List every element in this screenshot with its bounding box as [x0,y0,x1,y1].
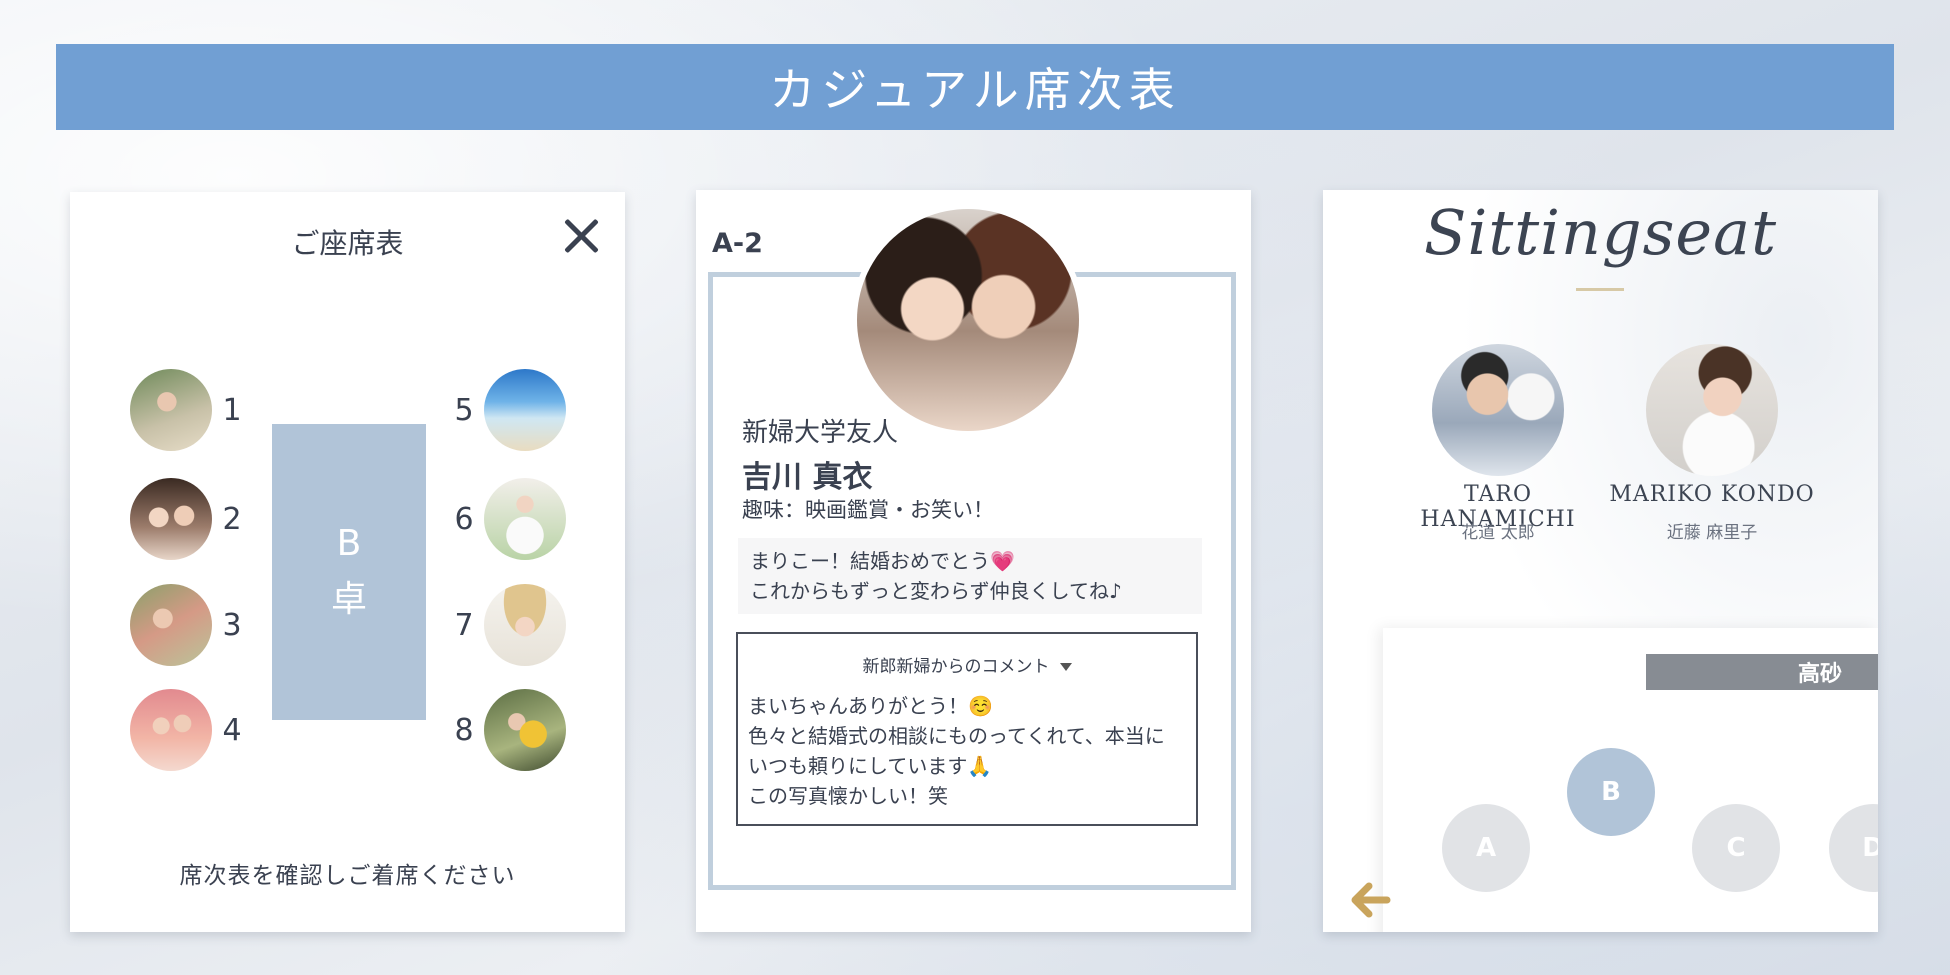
seat-number: 3 [222,607,242,643]
guest-relation: 新婦大学友人 [742,418,899,448]
seat-5[interactable]: 5 [454,369,566,451]
seat-number: 4 [222,712,242,748]
comment-toggle[interactable]: 新郎新婦からのコメント [738,652,1196,677]
table-label-letter: B [336,523,362,564]
seating-chart-card: ご座席表 1 2 3 4 B 卓 5 6 7 8 席次表を確認しご着席ください [70,192,625,932]
seat-number: 8 [454,712,474,748]
bride-photo [1646,344,1778,476]
banner-title: カジュアル席次表 [769,63,1181,117]
head-table-label: 高砂 [1797,662,1842,687]
guest-hobby: 趣味：映画鑑賞・お笑い！ [742,498,994,522]
groom-photo [1432,344,1564,476]
seat-number: 7 [454,607,474,643]
table-a-button[interactable]: A [1442,804,1530,892]
seat-6[interactable]: 6 [454,478,566,560]
seat-number: 1 [222,392,242,428]
guest-photo [857,209,1079,431]
sittingseat-card: Sittingseat TARO HANAMICHI 花道 太郎 MARIKO … [1323,190,1878,932]
seat-7[interactable]: 7 [454,584,566,666]
comment-line: いつも頼りにしています🙏 [748,754,993,778]
sittingseat-title: Sittingseat [1424,196,1777,269]
guest-avatar [484,584,566,666]
seating-chart-title: ご座席表 [291,227,404,260]
table-label: B [1601,777,1621,807]
guest-avatar [484,478,566,560]
close-icon[interactable] [561,216,601,256]
message-line: これからもずっと変わらず仲良くしてね♪ [750,579,1122,603]
seat-3[interactable]: 3 [130,584,242,666]
comment-line: まいちゃんありがとう！☺️ [748,694,993,718]
seat-8[interactable]: 8 [454,689,566,771]
comment-line: 色々と結婚式の相談にものってくれて、本当に [748,724,1165,748]
comment-line: この写真懐かしい！笑 [748,784,948,808]
seating-chart-footer: 席次表を確認しご着席ください [179,863,516,889]
guest-avatar [484,689,566,771]
comment-body: まいちゃんありがとう！☺️ 色々と結婚式の相談にものってくれて、本当に いつも頼… [738,677,1196,811]
groom-name-jp: 花道 太郎 [1461,523,1535,543]
seat-number: 5 [454,392,474,428]
guest-avatar [130,689,212,771]
table-label: C [1726,833,1746,863]
table-b-button[interactable]: B [1567,748,1655,836]
table-b-block: B 卓 [272,424,426,720]
back-arrow-icon[interactable] [1351,880,1391,920]
guest-avatar [484,369,566,451]
message-line: まりこー！結婚おめでとう💗 [750,549,1015,573]
guest-name: 吉川 真衣 [742,460,873,495]
guest-message: まりこー！結婚おめでとう💗 これからもずっと変わらず仲良くしてね♪ [738,538,1202,614]
gold-divider [1576,288,1624,291]
page-banner: カジュアル席次表 [56,44,1894,130]
seat-number: 6 [454,501,474,537]
table-label: D [1862,833,1878,863]
guest-avatar [130,369,212,451]
bride-name-jp: 近藤 麻里子 [1666,523,1758,543]
seat-code: A-2 [712,228,763,259]
seat-1[interactable]: 1 [130,369,242,451]
couple-comment-box: 新郎新婦からのコメント まいちゃんありがとう！☺️ 色々と結婚式の相談にものって… [736,632,1198,826]
head-table-bar: 高砂 [1646,654,1878,690]
comment-title: 新郎新婦からのコメント [862,657,1050,677]
bride-name-en: MARIKO KONDO [1609,482,1815,507]
caret-down-icon [1059,663,1072,671]
table-label-kanji: 卓 [330,579,367,620]
guest-avatar [130,478,212,560]
table-c-button[interactable]: C [1692,804,1780,892]
guest-profile-card: A-2 新婦大学友人 吉川 真衣 趣味：映画鑑賞・お笑い！ まりこー！結婚おめで… [696,190,1251,932]
table-label: A [1475,833,1497,863]
guest-avatar [130,584,212,666]
seat-2[interactable]: 2 [130,478,242,560]
seat-number: 2 [222,501,242,537]
seat-4[interactable]: 4 [130,689,242,771]
